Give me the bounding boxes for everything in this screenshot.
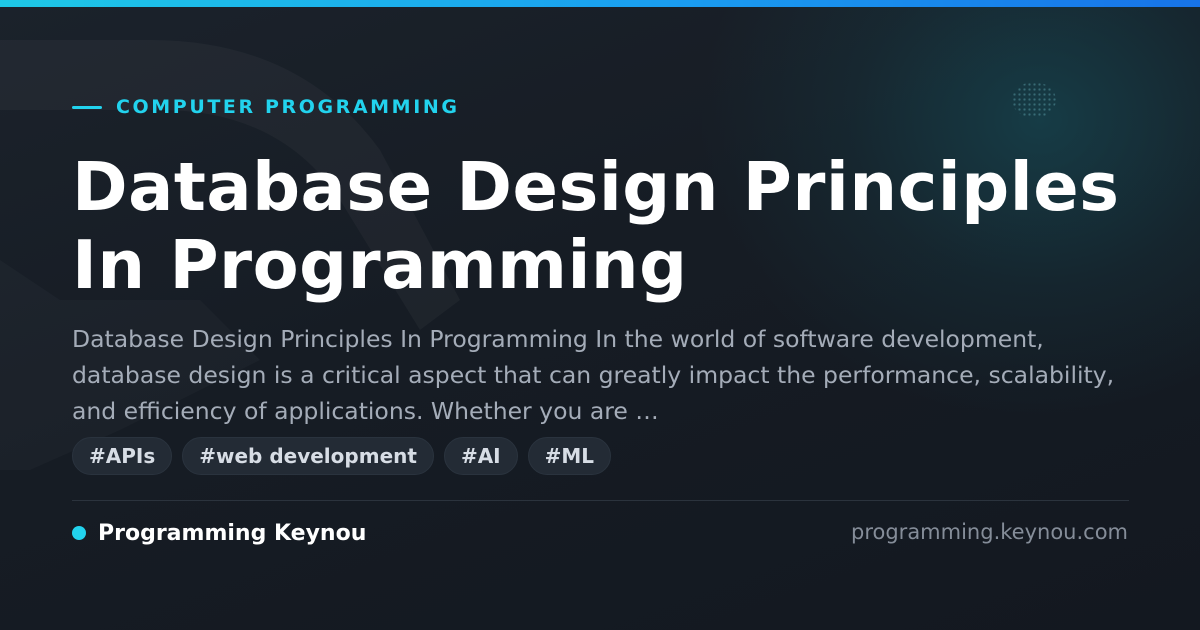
dot-pattern bbox=[1012, 82, 1056, 118]
brand-dot-icon bbox=[72, 526, 86, 540]
footer-divider bbox=[72, 500, 1129, 501]
site-name: Programming Keynou bbox=[98, 520, 367, 546]
tag-web-development[interactable]: #web development bbox=[182, 437, 434, 475]
accent-bar bbox=[0, 0, 1200, 7]
site-domain[interactable]: programming.keynou.com bbox=[851, 520, 1128, 544]
category-line bbox=[72, 105, 102, 109]
article-title: Database Design Principles In Programmin… bbox=[72, 148, 1120, 304]
tag-apis[interactable]: #APIs bbox=[72, 437, 173, 475]
tag-list: #APIs #web development #AI #ML bbox=[72, 437, 612, 475]
category-text: COMPUTER PROGRAMMING bbox=[116, 96, 460, 118]
site-brand: Programming Keynou bbox=[72, 519, 366, 547]
category-label: COMPUTER PROGRAMMING bbox=[72, 96, 460, 118]
tag-ml[interactable]: #ML bbox=[527, 437, 612, 475]
tag-ai[interactable]: #AI bbox=[443, 437, 518, 475]
social-card: COMPUTER PROGRAMMING Database Design Pri… bbox=[0, 0, 1200, 630]
article-excerpt: Database Design Principles In Programmin… bbox=[72, 325, 1115, 425]
